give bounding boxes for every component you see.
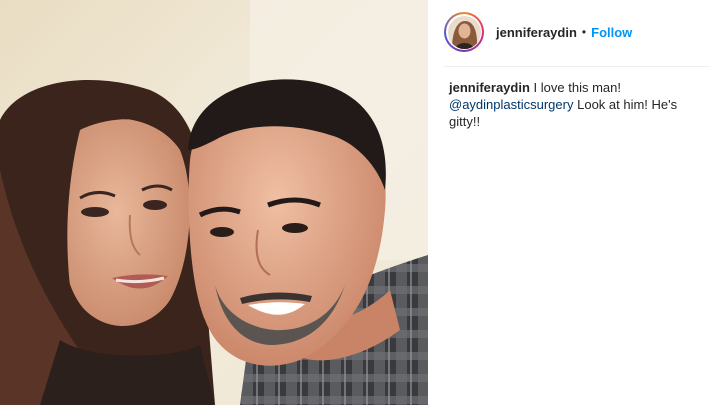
username-link[interactable]: jenniferaydin [496,25,577,40]
post-caption: jenniferaydin I love this man! @aydinpla… [449,79,711,130]
follow-button[interactable]: Follow [591,25,632,40]
post-photo[interactable] [0,0,428,405]
post-side-panel: jenniferaydin • Follow jenniferaydin I l… [428,0,728,405]
post-header: jenniferaydin • Follow [444,10,710,54]
avatar[interactable] [444,12,484,52]
caption-author-link[interactable]: jenniferaydin [449,80,530,95]
profile-avatar-icon [446,14,482,50]
separator-dot: • [581,25,587,39]
caption-text-before: I love this man! [533,80,621,95]
header-divider [444,66,710,67]
selfie-illustration [0,0,428,405]
caption-mention-link[interactable]: @aydinplasticsurgery [449,97,573,112]
instagram-post: jenniferaydin • Follow jenniferaydin I l… [0,0,728,405]
